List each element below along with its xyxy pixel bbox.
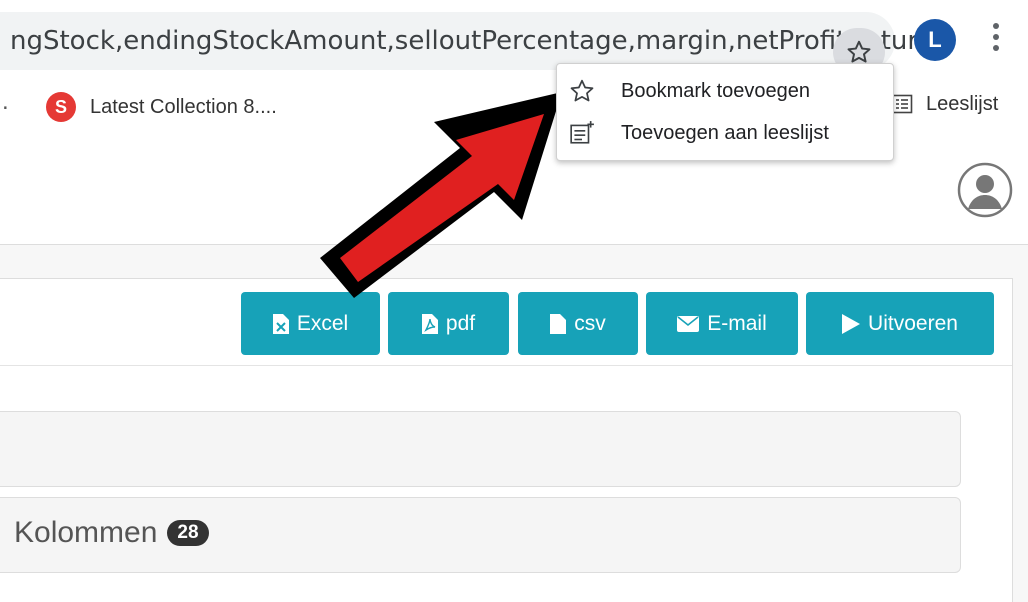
star-icon xyxy=(847,40,871,63)
menu-item-add-bookmark[interactable]: Bookmark toevoegen xyxy=(569,78,810,104)
divider xyxy=(0,365,1012,366)
export-pdf-button[interactable]: pdf xyxy=(388,292,509,355)
columns-count-badge: 28 xyxy=(167,520,209,546)
play-icon xyxy=(842,313,861,334)
reading-list-button[interactable]: Leeslijst xyxy=(890,92,998,116)
reading-list-add-icon xyxy=(570,121,594,144)
columns-heading: Kolommen 28 xyxy=(14,516,209,550)
bookmark-item-label: Latest Collection 8.... xyxy=(90,95,277,118)
annotation-arrow xyxy=(320,92,562,298)
export-csv-button[interactable]: csv xyxy=(518,292,638,355)
run-button[interactable]: Uitvoeren xyxy=(806,292,994,355)
button-label: E-mail xyxy=(707,311,767,335)
button-label: pdf xyxy=(445,311,476,335)
star-icon xyxy=(570,79,594,102)
bookmark-dropdown-menu: Bookmark toevoegen Toevoegen aan leeslij… xyxy=(556,63,894,161)
reading-list-label: Leeslijst xyxy=(926,92,999,115)
button-label: Uitvoeren xyxy=(868,311,958,335)
columns-section[interactable]: Kolommen 28 xyxy=(0,497,961,573)
button-label: csv xyxy=(574,311,606,335)
email-button[interactable]: E-mail xyxy=(646,292,798,355)
envelope-icon xyxy=(677,315,700,332)
profile-avatar-button[interactable]: L xyxy=(914,19,956,61)
address-bar[interactable]: ngStock,endingStockAmount,selloutPercent… xyxy=(0,12,940,76)
menu-item-add-reading-list[interactable]: Toevoegen aan leeslijst xyxy=(569,120,829,146)
url-text[interactable]: ngStock,endingStockAmount,selloutPercent… xyxy=(10,26,940,56)
file-pdf-icon xyxy=(421,313,438,334)
button-label: Excel xyxy=(296,311,349,335)
bookmark-item[interactable]: S Latest Collection 8.... xyxy=(46,92,277,122)
browser-menu-icon[interactable] xyxy=(985,18,1007,62)
columns-label: Kolommen xyxy=(14,516,158,549)
menu-item-label: Bookmark toevoegen xyxy=(621,79,811,102)
menu-item-label: Toevoegen aan leeslijst xyxy=(621,121,829,144)
file-icon xyxy=(550,313,567,334)
export-excel-button[interactable]: Excel xyxy=(241,292,380,355)
file-excel-icon xyxy=(272,313,289,334)
site-favicon-icon: S xyxy=(46,92,76,122)
user-avatar-icon[interactable] xyxy=(957,162,1013,218)
filter-section[interactable] xyxy=(0,411,961,487)
bookmarks-overflow: . xyxy=(2,88,9,115)
report-panel: Excel pdf csv E-mail Uitvoeren Kolommen … xyxy=(0,278,1013,602)
